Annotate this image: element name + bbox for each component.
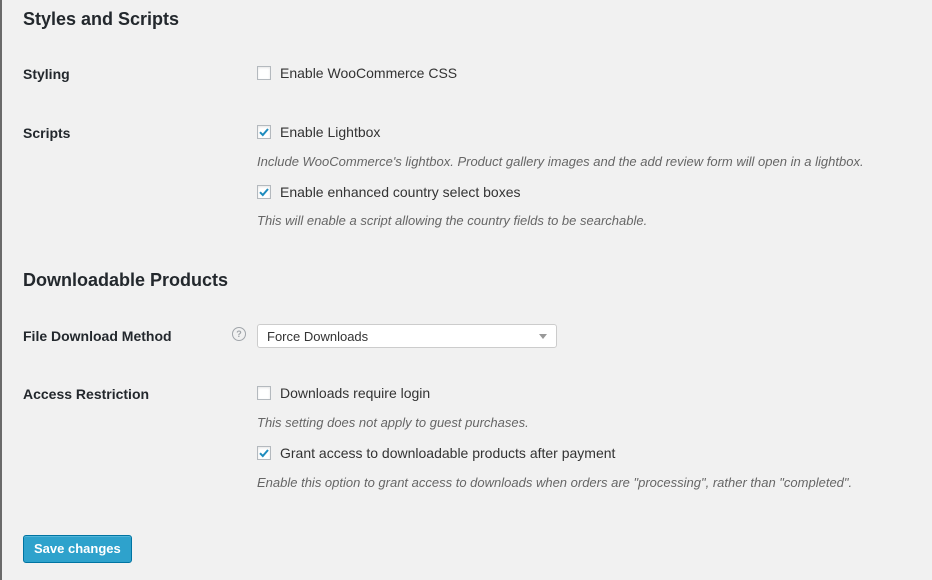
country-select-checkbox[interactable] [257, 185, 271, 199]
require-login-option[interactable]: Downloads require login [257, 385, 430, 401]
file-download-method-select[interactable]: Force Downloads [257, 324, 557, 348]
file-download-method-label: File Download Method [23, 328, 172, 344]
access-restriction-label: Access Restriction [23, 386, 150, 402]
enable-css-label: Enable WooCommerce CSS [280, 65, 458, 81]
page-left-border [0, 0, 2, 580]
section-title-downloadable-products: Downloadable Products [23, 270, 229, 290]
grant-access-option[interactable]: Grant access to downloadable products af… [257, 445, 615, 461]
enable-css-checkbox[interactable] [257, 66, 271, 80]
grant-access-label: Grant access to downloadable products af… [280, 445, 616, 461]
lightbox-label: Enable Lightbox [280, 124, 381, 140]
section-title-styles-scripts: Styles and Scripts [23, 9, 180, 29]
styling-label: Styling [23, 66, 70, 82]
grant-access-description: Enable this option to grant access to do… [257, 475, 853, 490]
require-login-label: Downloads require login [280, 385, 431, 401]
dropdown-arrow-icon [539, 334, 547, 339]
save-changes-button[interactable]: Save changes [23, 535, 132, 563]
lightbox-checkbox[interactable] [257, 125, 271, 139]
checkmark-icon [259, 449, 269, 458]
checkmark-icon [259, 128, 269, 137]
require-login-description: This setting does not apply to guest pur… [257, 415, 529, 430]
lightbox-option[interactable]: Enable Lightbox [257, 124, 380, 140]
grant-access-checkbox[interactable] [257, 446, 271, 460]
checkmark-icon [259, 188, 269, 197]
enable-css-option[interactable]: Enable WooCommerce CSS [257, 65, 457, 81]
country-select-label: Enable enhanced country select boxes [280, 184, 521, 200]
settings-form: Styles and Scripts Styling Enable WooCom… [23, 0, 932, 580]
scripts-label: Scripts [23, 125, 71, 141]
file-download-method-value: Force Downloads [267, 329, 369, 344]
help-icon[interactable]: ? [232, 327, 246, 341]
country-select-description: This will enable a script allowing the c… [257, 213, 648, 228]
lightbox-description: Include WooCommerce's lightbox. Product … [257, 154, 864, 169]
require-login-checkbox[interactable] [257, 386, 271, 400]
country-select-option[interactable]: Enable enhanced country select boxes [257, 184, 521, 200]
